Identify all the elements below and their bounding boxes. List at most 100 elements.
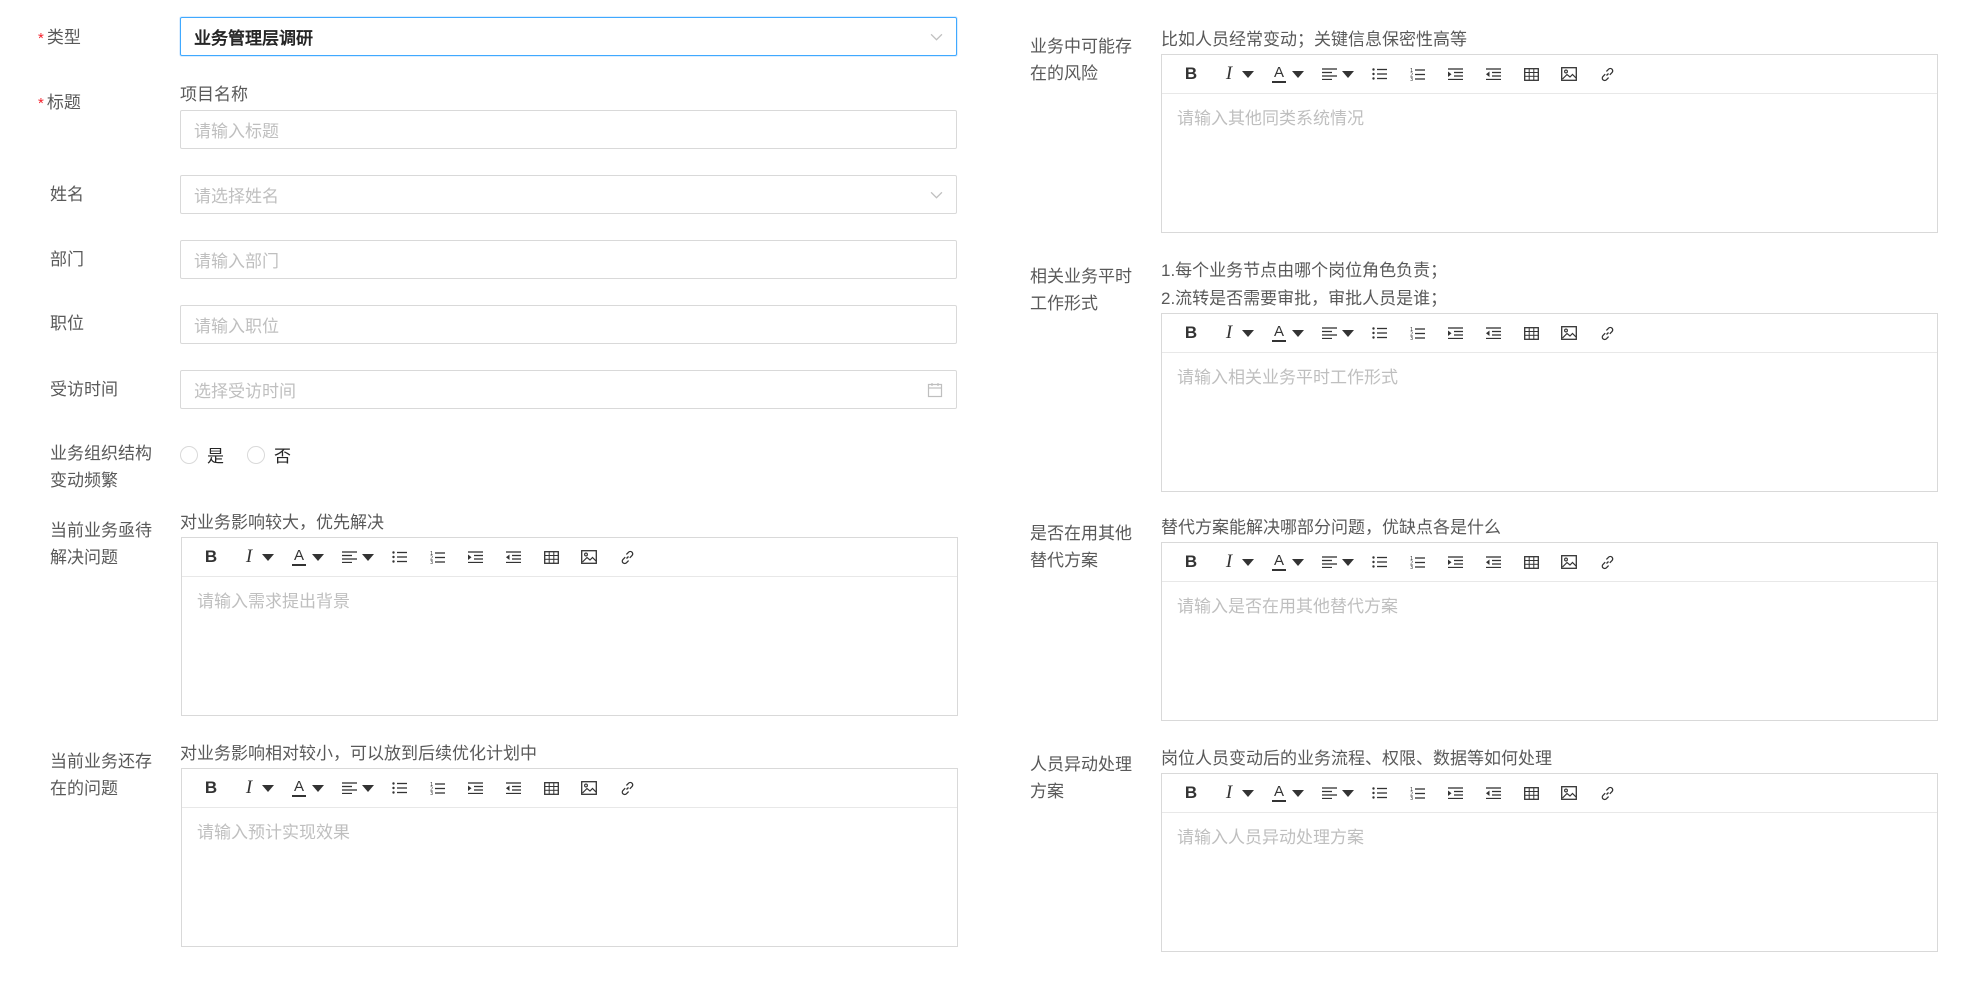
chevron-down-icon[interactable] [312,553,324,561]
outdent-button[interactable] [1474,314,1512,352]
urgent-problem-editor[interactable]: BIA123 请输入需求提出背景 [181,537,958,716]
chevron-down-icon[interactable] [1342,329,1354,337]
table-button[interactable] [1512,55,1550,93]
type-select[interactable]: 业务管理层调研 [180,17,957,56]
personnel-editor[interactable]: BIA123 请输入人员异动处理方案 [1161,773,1938,952]
chevron-down-icon[interactable] [1242,558,1254,566]
risk-editor[interactable]: BIA123 请输入其他同类系统情况 [1161,54,1938,233]
existing-problem-editor[interactable]: BIA123 请输入预计实现效果 [181,768,958,947]
chevron-down-icon[interactable] [1292,70,1304,78]
chevron-down-icon[interactable] [1342,789,1354,797]
table-button[interactable] [532,769,570,807]
chevron-down-icon[interactable] [1292,558,1304,566]
chevron-down-icon[interactable] [312,784,324,792]
link-button[interactable] [1588,543,1626,581]
indent-button[interactable] [456,769,494,807]
chevron-down-icon [930,188,943,201]
bullet-list-button[interactable] [380,538,418,576]
indent-button[interactable] [1436,314,1474,352]
editor-placeholder: 请输入人员异动处理方案 [1177,828,1364,847]
chevron-down-icon[interactable] [1342,558,1354,566]
org-change-label: 业务组织结构 变动频繁 [50,444,152,490]
indent-icon [467,551,483,563]
editor-toolbar: BIA123 [1162,55,1937,94]
chevron-down-icon[interactable] [1242,329,1254,337]
indent-button[interactable] [1436,774,1474,812]
chevron-down-icon [930,30,943,43]
outdent-button[interactable] [1474,55,1512,93]
numbered-list-button[interactable]: 123 [1398,55,1436,93]
chevron-down-icon[interactable] [1342,70,1354,78]
numbered-list-button[interactable]: 123 [418,769,456,807]
svg-text:3: 3 [1410,565,1413,569]
table-button[interactable] [532,538,570,576]
indent-button[interactable] [1436,543,1474,581]
alternative-editor[interactable]: BIA123 请输入是否在用其他替代方案 [1161,542,1938,721]
numbered-list-button[interactable]: 123 [1398,543,1436,581]
personnel-label: 人员异动处理 方案 [1030,755,1132,801]
bold-button[interactable]: B [192,538,230,576]
indent-icon [467,782,483,794]
numbered-list-icon: 123 [1410,556,1425,569]
indent-button[interactable] [1436,55,1474,93]
link-button[interactable] [1588,55,1626,93]
chevron-down-icon[interactable] [1292,789,1304,797]
outdent-button[interactable] [1474,543,1512,581]
indent-button[interactable] [456,538,494,576]
name-select[interactable]: 请选择姓名 [180,175,957,214]
visit-time-picker[interactable]: 选择受访时间 [180,370,957,409]
image-button[interactable] [570,769,608,807]
font-color-icon: A [1273,551,1284,569]
numbered-list-button[interactable]: 123 [1398,314,1436,352]
bullet-list-button[interactable] [1360,774,1398,812]
bold-button[interactable]: B [192,769,230,807]
table-button[interactable] [1512,543,1550,581]
link-button[interactable] [608,769,646,807]
bullet-list-button[interactable] [1360,55,1398,93]
bold-button[interactable]: B [1172,55,1210,93]
chevron-down-icon[interactable] [362,784,374,792]
image-button[interactable] [1550,774,1588,812]
table-button[interactable] [1512,774,1550,812]
numbered-list-button[interactable]: 123 [1398,774,1436,812]
outdent-button[interactable] [1474,774,1512,812]
outdent-button[interactable] [494,769,532,807]
link-button[interactable] [1588,314,1626,352]
org-change-radio-no[interactable]: 否 [247,442,291,467]
editor-placeholder: 请输入相关业务平时工作形式 [1177,368,1398,387]
image-button[interactable] [1550,314,1588,352]
chevron-down-icon[interactable] [362,553,374,561]
title-input[interactable]: 请输入标题 [180,110,957,149]
link-button[interactable] [1588,774,1626,812]
bold-button[interactable]: B [1172,774,1210,812]
bold-button[interactable]: B [1172,543,1210,581]
personnel-hint: 岗位人员变动后的业务流程、权限、数据等如何处理 [1161,749,1552,768]
link-button[interactable] [608,538,646,576]
org-change-radio-yes[interactable]: 是 [180,442,224,467]
image-button[interactable] [570,538,608,576]
outdent-button[interactable] [494,538,532,576]
chevron-down-icon[interactable] [1242,789,1254,797]
indent-icon [1447,787,1463,799]
bullet-list-button[interactable] [1360,314,1398,352]
numbered-list-icon: 123 [430,782,445,795]
align-icon [1321,68,1337,80]
editor-toolbar: BIA123 [1162,774,1937,813]
chevron-down-icon[interactable] [1242,70,1254,78]
bold-button[interactable]: B [1172,314,1210,352]
work-form-editor[interactable]: BIA123 请输入相关业务平时工作形式 [1161,313,1938,492]
bullet-list-button[interactable] [1360,543,1398,581]
table-button[interactable] [1512,314,1550,352]
chevron-down-icon[interactable] [262,553,274,561]
svg-text:3: 3 [1410,796,1413,800]
link-icon [1601,786,1613,800]
work-form-hint-line2: 2.流转是否需要审批，审批人员是谁； [1161,289,1448,308]
dept-input[interactable]: 请输入部门 [180,240,957,279]
chevron-down-icon[interactable] [262,784,274,792]
image-button[interactable] [1550,55,1588,93]
chevron-down-icon[interactable] [1292,329,1304,337]
image-button[interactable] [1550,543,1588,581]
numbered-list-button[interactable]: 123 [418,538,456,576]
bullet-list-button[interactable] [380,769,418,807]
position-input[interactable]: 请输入职位 [180,305,957,344]
